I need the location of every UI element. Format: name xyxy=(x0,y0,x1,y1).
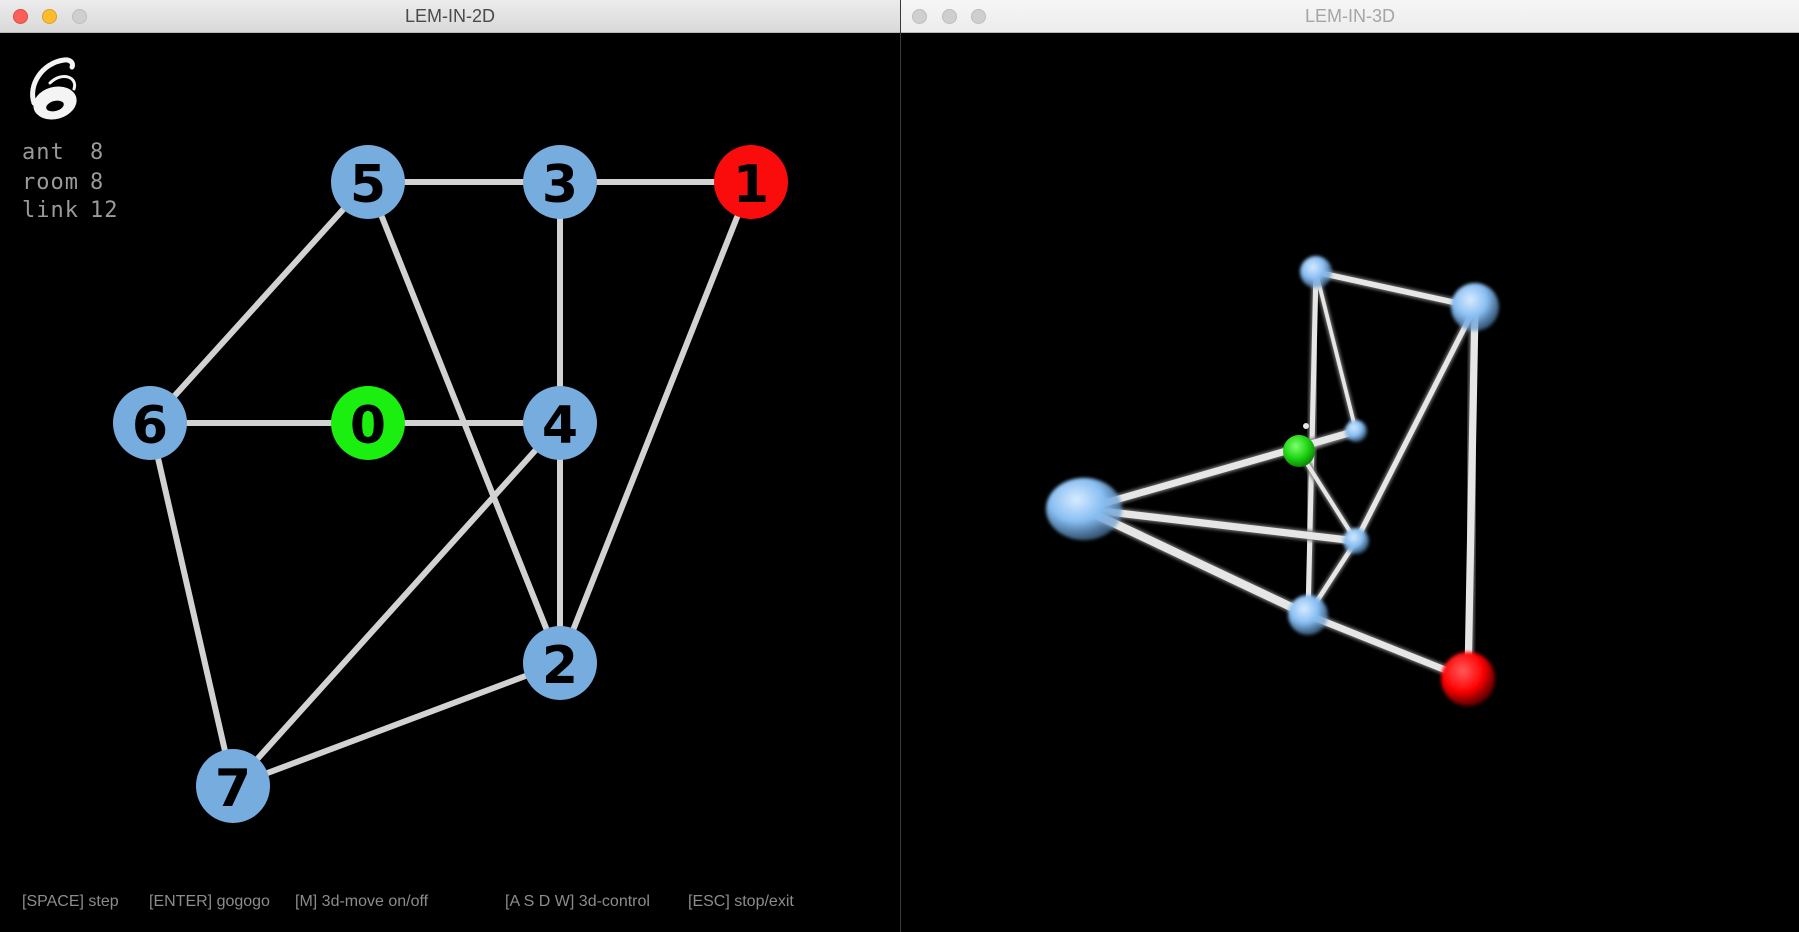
stat-value: 8 xyxy=(90,170,105,195)
stat-label: link xyxy=(22,198,79,223)
link3d-3-1 xyxy=(1462,301,1481,685)
canvas-3d[interactable] xyxy=(901,33,1799,932)
room-label: 2 xyxy=(542,636,578,696)
stat-link: link 12 xyxy=(22,198,118,223)
room3d-1[interactable] xyxy=(1441,652,1495,706)
room-label: 6 xyxy=(132,396,168,456)
link-6-7 xyxy=(147,422,236,787)
graph-2d: 0 1 2 3 4 5 6 7 xyxy=(113,145,788,823)
window-2d: LEM-IN-2D 01234567 ant 8 room 8 link 12 [SPAC… xyxy=(0,0,900,932)
link-5-6 xyxy=(147,179,371,426)
hint-item: [M] 3d-move on/off xyxy=(295,893,429,910)
ant-marker xyxy=(1303,423,1309,429)
stat-ant: ant 8 xyxy=(22,140,103,165)
titlebar-3d[interactable]: LEM-IN-3D xyxy=(901,0,1799,33)
window-title-3d: LEM-IN-3D xyxy=(1304,6,1395,26)
link3d-core xyxy=(1313,269,1478,310)
room-3[interactable]: 3 xyxy=(523,145,597,219)
room3d-3[interactable] xyxy=(1451,283,1499,331)
room3d-2[interactable] xyxy=(1288,595,1328,635)
room-7[interactable]: 7 xyxy=(196,749,270,823)
room-label: 4 xyxy=(542,396,578,456)
room3d-6[interactable] xyxy=(1345,420,1367,442)
stat-label: room xyxy=(22,170,79,195)
link3d-5-3 xyxy=(1311,267,1480,312)
link3d-5-6 xyxy=(1312,268,1360,435)
room3d-5[interactable] xyxy=(1300,256,1332,288)
link-4-7 xyxy=(230,420,563,789)
canvas-2d[interactable]: 01234567 xyxy=(0,33,900,932)
hint-item: [A S D W] 3d-control xyxy=(505,893,650,910)
room-1[interactable]: 1 xyxy=(714,145,788,219)
room-label: 0 xyxy=(350,396,386,456)
link3d-core xyxy=(1314,270,1358,433)
stat-label: ant xyxy=(22,140,65,165)
stat-room: room 8 xyxy=(22,170,103,195)
room-label: 7 xyxy=(215,759,251,819)
window-title-2d: LEM-IN-2D xyxy=(404,6,495,26)
window-3d: LEM-IN-3D xyxy=(901,0,1799,932)
hint-item: [ENTER] gogogo xyxy=(149,893,270,910)
room-4[interactable]: 4 xyxy=(523,386,597,460)
link3d-3-4 xyxy=(1351,302,1480,546)
titlebar-2d[interactable]: LEM-IN-2D xyxy=(0,0,900,33)
room-label: 1 xyxy=(733,155,769,215)
room-6[interactable]: 6 xyxy=(113,386,187,460)
hint-item: [SPACE] step xyxy=(22,893,119,910)
stat-value: 12 xyxy=(90,198,119,223)
room-2[interactable]: 2 xyxy=(523,626,597,700)
stat-value: 8 xyxy=(90,140,105,165)
room3d-7[interactable] xyxy=(1046,477,1122,541)
link-7-2 xyxy=(231,660,562,789)
room-label: 5 xyxy=(350,155,386,215)
room3d-0[interactable] xyxy=(1283,435,1315,467)
room-0[interactable]: 0 xyxy=(331,386,405,460)
link3d-core xyxy=(1353,304,1478,544)
room-5[interactable]: 5 xyxy=(331,145,405,219)
room3d-4[interactable] xyxy=(1343,528,1369,554)
hint-item: [ESC] stop/exit xyxy=(688,893,794,910)
room-label: 3 xyxy=(542,155,578,215)
graph-3d xyxy=(1046,256,1499,706)
